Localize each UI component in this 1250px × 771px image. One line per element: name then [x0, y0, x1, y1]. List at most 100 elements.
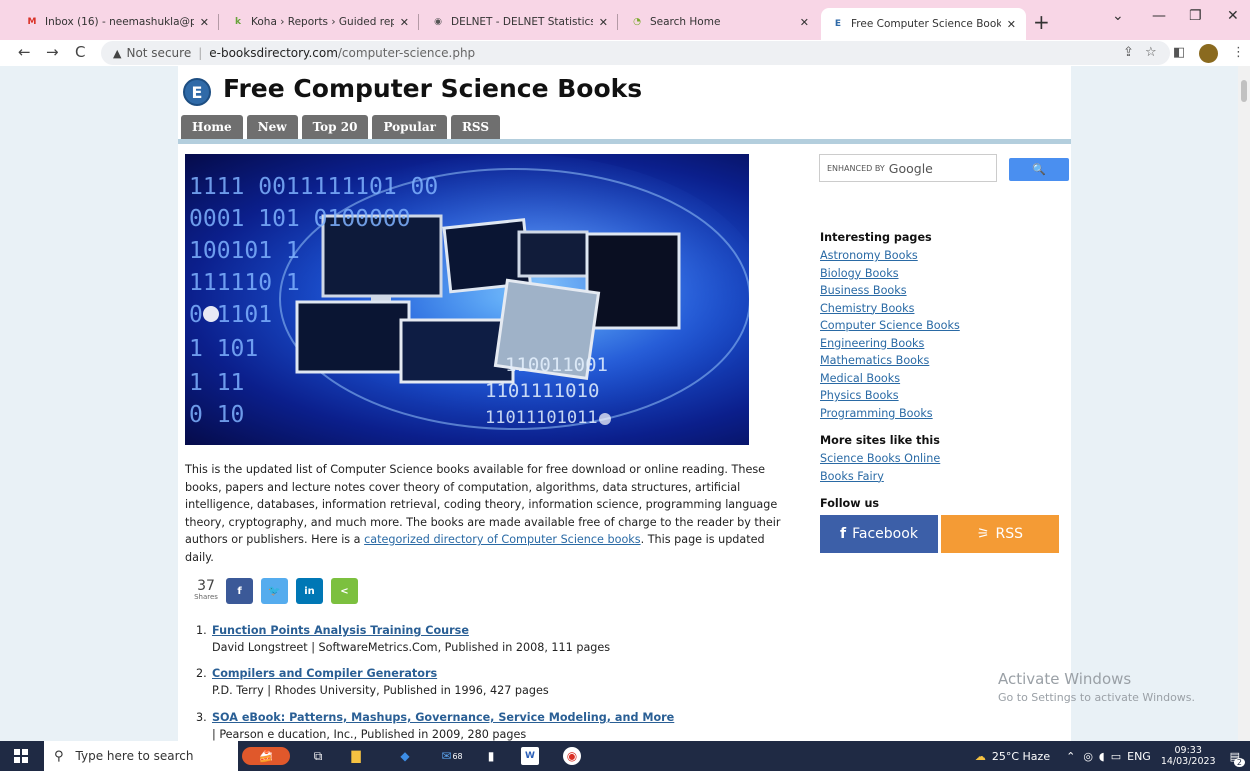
book-number: 1.	[196, 624, 207, 637]
browser-tab-strip: M Inbox (16) - neemashukla@poo ✕ k Koha › Re…	[0, 0, 1250, 40]
sidebar-link-astronomy-books[interactable]: Astronomy Books	[820, 247, 960, 265]
tab-close-icon[interactable]: ✕	[800, 16, 809, 29]
address-bar[interactable]: ▲ Not secure | e-booksdirectory.com /com…	[101, 41, 1170, 65]
interesting-pages-list: Astronomy Books Biology Books Business Boo…	[820, 247, 960, 422]
sidebar-link-medical-books[interactable]: Medical Books	[820, 370, 960, 388]
notifications-icon[interactable]: ▤ 2	[1230, 750, 1245, 767]
list-item: 3. SOA eBook: Patterns, Mashups, Governan…	[196, 711, 674, 741]
mail-badge: 68	[452, 751, 463, 761]
display-icon[interactable]: ▭	[1111, 750, 1121, 763]
language-indicator[interactable]: ENG	[1127, 750, 1151, 763]
nav-tab-top-20[interactable]: Top 20	[301, 115, 369, 140]
clock-time: 09:33	[1174, 745, 1202, 756]
sidebar-link-business-books[interactable]: Business Books	[820, 282, 960, 300]
nav-tab-home[interactable]: Home	[181, 115, 243, 140]
nav-tab-popular[interactable]: Popular	[372, 115, 447, 140]
mail-icon[interactable]: ✉ 68	[437, 747, 467, 765]
tab-title: Koha › Reports › Guided reports	[251, 16, 394, 28]
reload-icon[interactable]: C	[75, 43, 85, 61]
tab-search-icon[interactable]: ⌄	[1112, 8, 1124, 24]
back-arrow-icon[interactable]: ←	[18, 43, 31, 61]
microsoft-store-icon[interactable]: ◆	[396, 747, 414, 765]
book-title-link[interactable]: Compilers and Compiler Generators	[212, 667, 437, 680]
close-window-button[interactable]: ✕	[1227, 8, 1239, 24]
twitter-share-button[interactable]: 🐦	[261, 578, 288, 604]
google-search-input[interactable]: ENHANCED BY Google	[819, 154, 997, 182]
tab-close-icon[interactable]: ✕	[400, 16, 409, 29]
volume-icon[interactable]: ◖	[1099, 750, 1105, 763]
tray-chevron-icon[interactable]: ⌃	[1066, 750, 1075, 763]
file-explorer-icon[interactable]: ▇	[347, 747, 365, 765]
more-sites-heading: More sites like this	[820, 434, 940, 447]
tab-close-icon[interactable]: ✕	[599, 16, 608, 29]
rss-icon: ⚞	[976, 526, 990, 542]
not-secure-label: Not secure	[126, 46, 192, 60]
tab-close-icon[interactable]: ✕	[1007, 18, 1016, 31]
sidebar-link-programming-books[interactable]: Programming Books	[820, 405, 960, 423]
search-home-icon: ◔	[633, 17, 641, 27]
rss-follow-button[interactable]: ⚞ RSS	[941, 515, 1059, 553]
nav-tab-rss[interactable]: RSS	[450, 115, 500, 140]
minimize-button[interactable]: —	[1152, 8, 1166, 24]
side-panel-icon[interactable]: ◧	[1173, 45, 1185, 60]
restore-button[interactable]: ❐	[1189, 8, 1202, 24]
forward-arrow-icon[interactable]: →	[46, 43, 59, 61]
document-icon[interactable]: ▮	[482, 747, 500, 765]
tab-close-icon[interactable]: ✕	[200, 16, 209, 29]
sidebar-link-books-fairy[interactable]: Books Fairy	[820, 468, 940, 486]
browser-tab[interactable]: ◉ DELNET - DELNET Statistics ✕	[421, 8, 618, 36]
sidebar-link-chemistry-books[interactable]: Chemistry Books	[820, 300, 960, 318]
task-view-icon[interactable]: ⧉	[309, 747, 327, 765]
browser-tab[interactable]: E Free Computer Science Books ✕	[821, 8, 1026, 40]
sidebar-link-science-books-online[interactable]: Science Books Online	[820, 450, 940, 468]
book-title-link[interactable]: Function Points Analysis Training Course	[212, 624, 469, 637]
binary-row: 1111 0011111101 00	[189, 174, 439, 200]
binary-row: 110011001	[505, 354, 608, 376]
search-button[interactable]: 🔍	[1009, 158, 1069, 181]
globe-icon: ◉	[434, 17, 442, 27]
taskbar-search-box[interactable]: ⚲ Type here to search	[44, 741, 238, 771]
sidebar-link-biology-books[interactable]: Biology Books	[820, 265, 960, 283]
book-meta: | Pearson e ducation, Inc., Published in…	[212, 728, 527, 741]
weather-text[interactable]: 25°C Haze	[992, 750, 1050, 763]
clock[interactable]: 09:33 14/03/2023	[1161, 745, 1216, 767]
facebook-share-button[interactable]: f	[226, 578, 253, 604]
browser-toolbar: ← → C ▲ Not secure | e-booksdirectory.co…	[0, 40, 1250, 66]
sidebar-link-engineering-books[interactable]: Engineering Books	[820, 335, 960, 353]
browser-tab[interactable]: M Inbox (16) - neemashukla@poo ✕	[15, 8, 219, 36]
scrollbar-thumb[interactable]	[1241, 80, 1247, 102]
linkedin-share-button[interactable]: in	[296, 578, 323, 604]
nav-tab-new[interactable]: New	[246, 115, 298, 140]
widgets-icon[interactable]: 🍰	[242, 747, 290, 765]
search-icon: ⚲	[54, 748, 64, 764]
site-logo-icon[interactable]: E	[183, 78, 211, 106]
network-icon[interactable]: ◎	[1083, 750, 1093, 763]
share-count-label: Shares	[194, 593, 218, 601]
new-tab-button[interactable]: +	[1033, 10, 1050, 34]
browser-tab[interactable]: k Koha › Reports › Guided reports ✕	[221, 8, 419, 36]
activate-windows-watermark: Activate Windows Go to Settings to activ…	[998, 670, 1195, 704]
page-title: Free Computer Science Books	[223, 74, 643, 103]
tab-separator	[617, 14, 618, 30]
profile-avatar[interactable]	[1199, 44, 1218, 63]
menu-dots-icon[interactable]: ⋮	[1232, 45, 1245, 60]
tab-separator	[218, 14, 219, 30]
tab-title: Inbox (16) - neemashukla@poo	[45, 16, 194, 28]
chrome-icon[interactable]: ◉	[563, 747, 581, 765]
generic-share-button[interactable]: <	[331, 578, 358, 604]
bookmark-star-icon[interactable]: ☆	[1145, 45, 1157, 60]
system-tray: ☁ 25°C Haze ⌃ ◎ ◖ ▭ ENG 09:33 14/03/2023…	[975, 741, 1250, 771]
sidebar-link-computer-science-books[interactable]: Computer Science Books	[820, 317, 960, 335]
more-sites-list: Science Books Online Books Fairy	[820, 450, 940, 485]
windows-start-icon[interactable]	[14, 749, 28, 763]
browser-tab[interactable]: ◔ Search Home ✕	[620, 8, 819, 36]
share-icon[interactable]: ⇪	[1123, 45, 1134, 60]
word-icon[interactable]: W	[521, 747, 539, 765]
categorized-directory-link[interactable]: categorized directory of Computer Scienc…	[364, 533, 640, 546]
book-title-link[interactable]: SOA eBook: Patterns, Mashups, Governance…	[212, 711, 674, 724]
tab-title: Search Home	[650, 16, 721, 28]
page-scrollbar[interactable]	[1238, 66, 1250, 741]
facebook-follow-button[interactable]: f Facebook	[820, 515, 938, 553]
sidebar-link-mathematics-books[interactable]: Mathematics Books	[820, 352, 960, 370]
sidebar-link-physics-books[interactable]: Physics Books	[820, 387, 960, 405]
